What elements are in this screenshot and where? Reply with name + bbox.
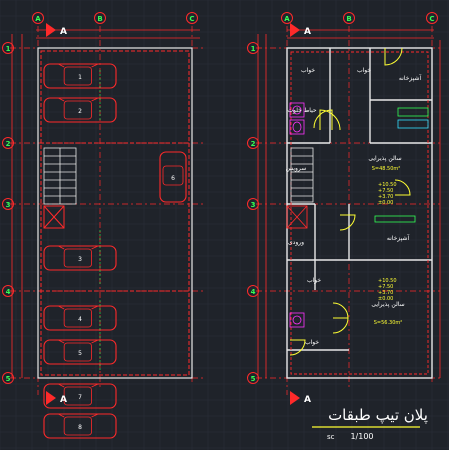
- room-label: خواب: [307, 277, 321, 284]
- elevation-mark: ±0.00: [378, 296, 393, 302]
- drawing-title: پلان تیپ طبقات: [328, 406, 428, 425]
- section-marks: A A A A: [46, 23, 311, 405]
- left-axis-row-2-label: 2: [6, 140, 11, 148]
- right-axis-col-a-label: A: [284, 15, 290, 23]
- section-mark-label: A: [60, 27, 67, 37]
- car-number: 8: [78, 424, 82, 431]
- right-axis-col-c: C: [426, 12, 438, 24]
- right-axis-col-a: A: [281, 12, 293, 24]
- right-axis-col-c-label: C: [429, 15, 434, 23]
- car-number: 6: [171, 175, 175, 182]
- cad-drawing-viewport: 1 2 3 4 5 6 7 8 A B C 1 2 3 4 5 خواب خواب آشپزخانه حیا…: [0, 0, 449, 450]
- room-label: خواب: [301, 67, 315, 74]
- floor-plan-canvas: 1 2 3 4 5 6 7 8 A B C 1 2 3 4 5 خواب خوابآشپزخانهحیا…: [0, 0, 449, 450]
- room-label: سرویس: [286, 165, 307, 172]
- left-axis-row-5-label: 5: [6, 375, 11, 383]
- left-floor-plan: 1 2 3 4 5 6 7 8 A B C 1 2 3 4 5: [2, 12, 205, 439]
- left-axis-col-a: A: [32, 12, 44, 24]
- left-parked-cars: 1 2 3 4 5 6 7 8: [43, 63, 187, 439]
- hall-area: S=48.50m²: [372, 166, 401, 172]
- left-axis-col-a-label: A: [35, 15, 41, 23]
- right-axis-col-b-label: B: [346, 15, 351, 23]
- right-axis-row-2-label: 2: [251, 140, 256, 148]
- right-axis-row-1-label: 1: [251, 45, 256, 53]
- room-label: خواب: [357, 67, 371, 74]
- room-label: آشپزخانه: [387, 233, 410, 242]
- scale-label: sc: [327, 433, 335, 441]
- room-label: آشپزخانه: [399, 73, 422, 82]
- section-mark-label: A: [304, 395, 311, 405]
- right-axis-row-4-label: 4: [251, 288, 256, 296]
- room-label: سالن پذیرایی: [371, 301, 404, 308]
- hall-area: S=56.30m²: [374, 320, 403, 326]
- section-mark: A: [290, 391, 311, 405]
- left-axis-row-4-label: 4: [6, 288, 11, 296]
- scale-value: 1/100: [350, 432, 373, 441]
- room-label: سالن پذیرایی: [368, 155, 401, 162]
- right-axis-row-5-label: 5: [251, 375, 256, 383]
- room-label: حیاط خلوت: [287, 107, 317, 114]
- right-axis-row-3-label: 3: [251, 201, 256, 209]
- car-number: 4: [78, 316, 82, 323]
- background-grid: [0, 0, 449, 450]
- room-label: خواب: [305, 339, 319, 346]
- left-axis-col-c-label: C: [189, 15, 194, 23]
- section-mark-label: A: [60, 395, 67, 405]
- right-axis-labels: A B C 1 2 3 4 5: [247, 12, 438, 384]
- parked-car: 6: [159, 151, 187, 203]
- car-number: 1: [78, 74, 82, 81]
- car-number: 7: [78, 394, 82, 401]
- left-axis-col-c: C: [186, 12, 198, 24]
- bathroom-fixtures: [289, 102, 305, 328]
- right-axis-col-b: B: [343, 12, 355, 24]
- elevation-mark: ±0.00: [378, 200, 393, 206]
- car-number: 5: [78, 350, 82, 357]
- left-axis-row-3-label: 3: [6, 201, 11, 209]
- left-axis-row-1-label: 1: [6, 45, 11, 53]
- right-floor-plan: خواب خواب آشپزخانه حیاط خلوت سالن پذیرایی آشپ…: [247, 12, 441, 395]
- title-block: پلان تیپ طبقات sc 1/100: [312, 406, 428, 441]
- car-number: 3: [78, 256, 82, 263]
- section-mark-label: A: [304, 27, 311, 37]
- right-building-outline: [286, 47, 433, 379]
- room-label: ورودی: [288, 239, 304, 246]
- left-elevator-shaft: [43, 205, 65, 229]
- car-number: 2: [78, 108, 82, 115]
- right-stair: [290, 147, 314, 203]
- left-axis-col-b-label: B: [97, 15, 102, 23]
